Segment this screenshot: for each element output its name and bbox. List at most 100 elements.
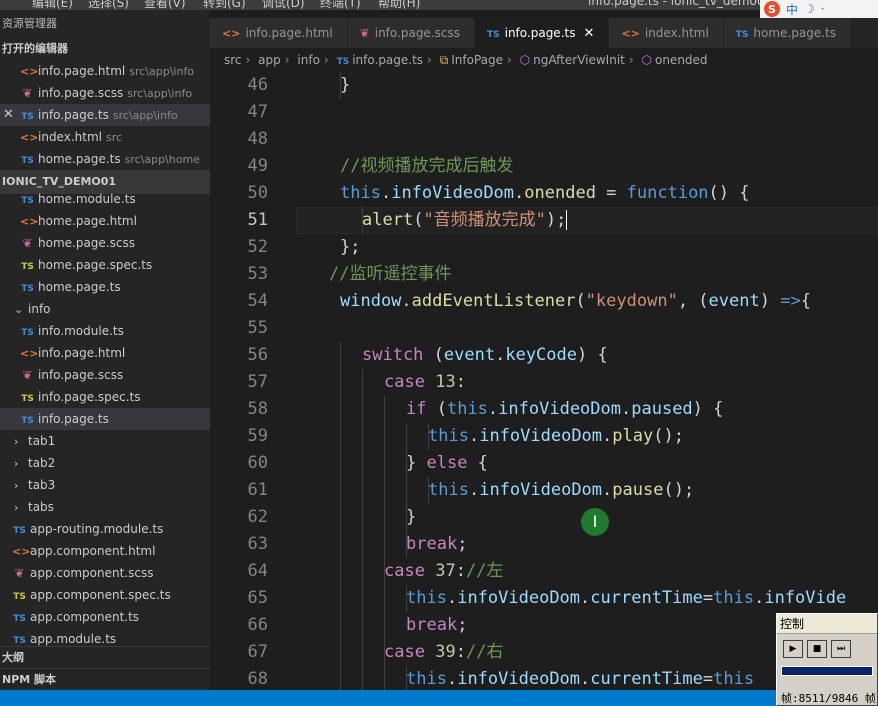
code-string: "音频播放完成": [423, 210, 546, 230]
code-line[interactable]: //监听遥控事件: [329, 261, 451, 288]
tree-file[interactable]: <>info.page.html: [0, 342, 210, 364]
open-editor-path: src\app\info: [129, 65, 195, 78]
code-line-current[interactable]: alert("音频播放完成");: [362, 207, 568, 234]
code-line[interactable]: }: [340, 72, 350, 99]
code-line[interactable]: case 13:: [384, 369, 466, 396]
tree-file-name: app.component.spec.ts: [30, 588, 171, 602]
tree-folder-tab1[interactable]: › tab1: [0, 430, 210, 452]
tree-file[interactable]: ❦ info.page.scss: [0, 364, 210, 386]
menu-view[interactable]: 查看(V): [144, 0, 186, 10]
tree-file[interactable]: ❦ home.page.scss: [0, 232, 210, 254]
sogou-logo-icon[interactable]: S: [764, 1, 780, 17]
recorder-control-panel[interactable]: 控制 ▶ ■ ⏭ 帧:8511/9846 帧: [776, 613, 878, 706]
npm-scripts-panel-title[interactable]: NPM 脚本: [0, 668, 210, 690]
tree-file[interactable]: TS home.module.ts: [0, 188, 210, 210]
scss-file-icon: ❦: [22, 368, 33, 382]
code-token: if: [406, 399, 427, 419]
code-token: paused: [631, 399, 693, 419]
open-editor-item[interactable]: <>index.html src: [0, 126, 210, 148]
code-token: :: [455, 372, 466, 392]
code-line[interactable]: } else {: [406, 450, 488, 477]
code-line[interactable]: this.infoVideoDom.currentTime=this.infoV…: [406, 585, 846, 612]
menu-help[interactable]: 帮助(H): [378, 0, 420, 10]
breadcrumb-file[interactable]: info.page.ts: [352, 53, 423, 67]
tree-folder-tab3[interactable]: › tab3: [0, 474, 210, 496]
tree-file[interactable]: TS app.component.spec.ts: [0, 584, 210, 606]
code-line[interactable]: break;: [406, 612, 467, 639]
stop-button[interactable]: ■: [807, 640, 827, 658]
code-token: =>: [780, 291, 801, 311]
breadcrumb-symbol[interactable]: onended: [655, 53, 708, 67]
tab-info-page-scss[interactable]: ❦ info.page.scss: [347, 18, 475, 48]
open-editors-title[interactable]: 打开的编辑器: [0, 38, 210, 60]
breadcrumb-item[interactable]: info: [297, 53, 320, 67]
code-line[interactable]: break;: [406, 531, 467, 558]
open-editor-path: src: [105, 131, 123, 144]
ime-dot-icon[interactable]: ·: [821, 2, 825, 16]
tree-folder-tabs[interactable]: › tabs: [0, 496, 210, 518]
code-line[interactable]: this.infoVideoDom.onended = function() {: [340, 180, 750, 207]
tab-home-page-ts[interactable]: TS home.page.ts: [723, 18, 851, 48]
code-line[interactable]: if (this.infoVideoDom.paused) {: [406, 396, 723, 423]
code-token: currentTime: [590, 588, 703, 608]
close-icon[interactable]: ✕: [3, 104, 14, 126]
chevron-right-icon: ›: [14, 501, 19, 514]
close-icon[interactable]: ✕: [583, 26, 594, 41]
code-line[interactable]: this.infoVideoDom.currentTime=this: [406, 666, 754, 690]
open-editor-item[interactable]: <>info.page.html src\app\info: [0, 60, 210, 82]
tree-file[interactable]: TS app.component.ts: [0, 606, 210, 628]
ime-toolbar[interactable]: S 中 ☽ ·: [760, 0, 878, 18]
open-editor-item[interactable]: ❦ info.page.scss src\app\info: [0, 82, 210, 104]
menu-selection[interactable]: 选择(S): [88, 0, 129, 10]
play-button[interactable]: ▶: [783, 640, 803, 658]
breadcrumb-symbol[interactable]: InfoPage: [451, 53, 503, 67]
tree-folder-info[interactable]: ⌄ info: [0, 298, 210, 320]
tree-file[interactable]: TS info.page.spec.ts: [0, 386, 210, 408]
open-editor-item-active[interactable]: ✕ TS info.page.ts src\app\info: [0, 104, 210, 126]
code-editor[interactable]: 46 47 48 49 50 51 52 53 54 55 56 57 58 5…: [210, 72, 878, 690]
tab-info-page-ts[interactable]: TS info.page.ts ✕: [474, 18, 610, 48]
code-line[interactable]: switch (event.keyCode) {: [362, 342, 608, 369]
outline-panel-title[interactable]: 大纲: [0, 646, 210, 668]
tree-file-active[interactable]: TS info.page.ts: [0, 408, 210, 430]
open-editor-item[interactable]: TS home.page.ts src\app\home: [0, 148, 210, 170]
tree-file[interactable]: TS home.page.spec.ts: [0, 254, 210, 276]
tree-folder-tab2[interactable]: › tab2: [0, 452, 210, 474]
ime-moon-icon[interactable]: ☽: [804, 2, 815, 16]
code-line[interactable]: //视频播放完成后触发: [340, 153, 513, 180]
menu-debug[interactable]: 调试(D): [262, 0, 305, 10]
menu-edit[interactable]: 编辑(E): [32, 0, 73, 10]
tab-index-html[interactable]: <> index.html: [609, 18, 724, 48]
ts-file-icon: TS: [21, 328, 34, 338]
code-line[interactable]: this.infoVideoDom.pause();: [428, 477, 694, 504]
tab-label: info.page.ts: [504, 26, 576, 40]
tree-file[interactable]: TS home.page.ts: [0, 276, 210, 298]
next-frame-button[interactable]: ⏭: [831, 640, 851, 658]
tree-file-name: home.module.ts: [38, 192, 136, 206]
code-line[interactable]: case 39://右: [384, 639, 503, 666]
breadcrumb-item[interactable]: src: [224, 53, 242, 67]
code-line[interactable]: };: [340, 234, 360, 261]
ime-mode-label[interactable]: 中: [786, 1, 798, 18]
tree-file[interactable]: TS info.module.ts: [0, 320, 210, 342]
code-line[interactable]: case 37://左: [384, 558, 503, 585]
code-line[interactable]: }: [406, 504, 416, 531]
breadcrumb-symbol[interactable]: ngAfterViewInit: [533, 53, 625, 67]
code-line[interactable]: this.infoVideoDom.play();: [428, 423, 684, 450]
explorer-sidebar: 资源管理器 打开的编辑器 <>info.page.html src\app\inf…: [0, 10, 210, 690]
chevron-right-icon: ›: [284, 53, 290, 67]
code-line[interactable]: window.addEventListener("keydown", (even…: [340, 288, 811, 315]
menu-goto[interactable]: 转到(G): [203, 0, 246, 10]
tree-file[interactable]: <>home.page.html: [0, 210, 210, 232]
window-title: info.page.ts - ionic_tv_demo01: [588, 0, 773, 8]
tree-file[interactable]: TS app-routing.module.ts: [0, 518, 210, 540]
tree-file[interactable]: <>app.component.html: [0, 540, 210, 562]
breadcrumb-item[interactable]: app: [258, 53, 281, 67]
menu-terminal[interactable]: 终端(T): [320, 0, 361, 10]
code-token: .: [487, 399, 499, 419]
tree-file-name: app.component.html: [30, 544, 156, 558]
tree-file[interactable]: ❦ app.component.scss: [0, 562, 210, 584]
line-number: 64: [247, 561, 268, 581]
tab-info-page-html[interactable]: <> info.page.html: [210, 18, 348, 48]
recorder-progress-track[interactable]: [781, 666, 873, 676]
